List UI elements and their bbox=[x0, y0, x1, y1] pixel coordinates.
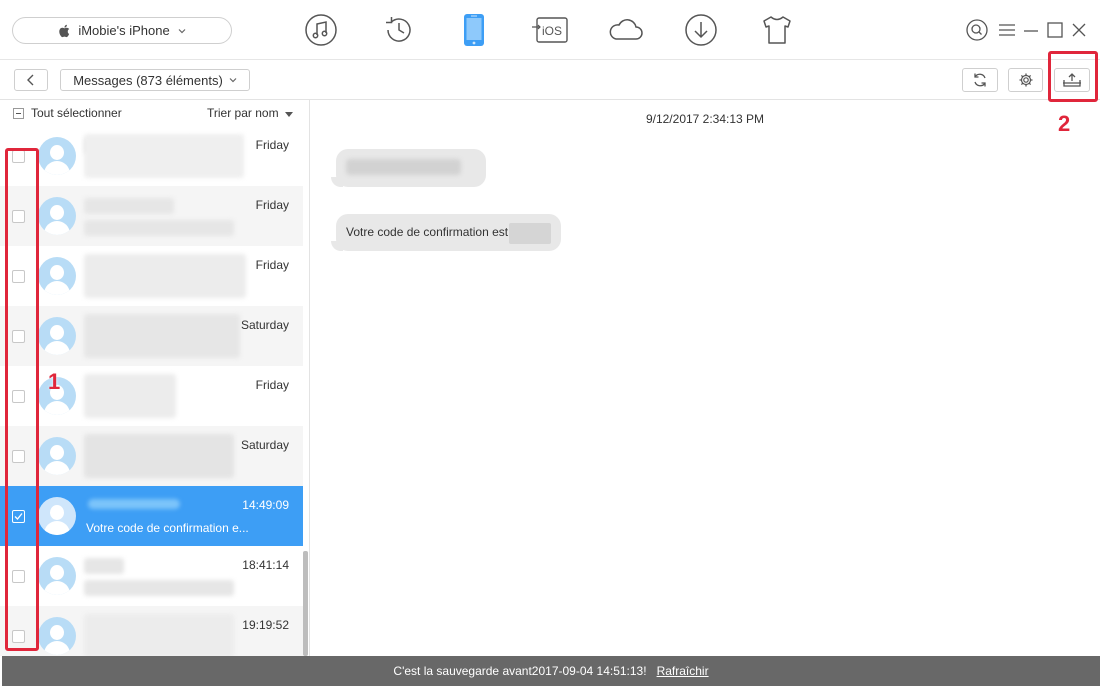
blurred-contact-name bbox=[84, 558, 124, 574]
avatar bbox=[38, 617, 76, 655]
blurred-contact-name bbox=[84, 198, 174, 214]
row-time: Saturday bbox=[240, 438, 289, 452]
backup-status-text: C'est la sauvegarde avant2017-09-04 14:5… bbox=[393, 664, 647, 678]
blurred-message-text bbox=[346, 159, 461, 175]
row-time: Friday bbox=[255, 138, 289, 152]
row-preview: Votre code de confirmation e... bbox=[86, 521, 249, 535]
list-item[interactable]: Saturday bbox=[0, 306, 303, 366]
menu-icon[interactable] bbox=[996, 19, 1018, 41]
device-selector[interactable]: iMobie's iPhone bbox=[12, 17, 232, 44]
redacted-code bbox=[509, 223, 551, 244]
list-item[interactable]: Friday bbox=[0, 126, 303, 186]
list-header: Tout sélectionner Trier par nom bbox=[0, 100, 309, 126]
annotation-highlight-checkboxes bbox=[5, 148, 39, 651]
app-window: iMobie's iPhone iOS Messages (873 élémen… bbox=[0, 0, 1100, 686]
download-icon[interactable] bbox=[683, 12, 719, 48]
gear-icon bbox=[1019, 73, 1032, 87]
avatar bbox=[38, 557, 76, 595]
music-icon[interactable] bbox=[303, 12, 339, 48]
avatar bbox=[38, 317, 76, 355]
conversation-list: Friday Friday Friday Saturday Friday Sat… bbox=[0, 126, 303, 656]
blurred-preview bbox=[84, 314, 240, 358]
top-bar: iMobie's iPhone iOS bbox=[0, 0, 1100, 60]
sub-toolbar: Messages (873 éléments) bbox=[0, 60, 1100, 100]
blurred-preview bbox=[84, 374, 176, 418]
blurred-preview bbox=[84, 434, 234, 478]
settings-button[interactable] bbox=[1008, 68, 1043, 92]
maximize-icon[interactable] bbox=[1044, 19, 1066, 41]
row-time: Friday bbox=[255, 258, 289, 272]
avatar bbox=[38, 497, 76, 535]
category-label: Messages (873 éléments) bbox=[73, 72, 223, 88]
blurred-preview bbox=[84, 134, 244, 178]
close-icon[interactable] bbox=[1068, 19, 1090, 41]
message-bubble: Votre code de confirmation est bbox=[331, 214, 561, 251]
chevron-left-icon bbox=[27, 74, 34, 86]
avatar bbox=[38, 197, 76, 235]
blurred-preview bbox=[84, 254, 246, 298]
blurred-preview bbox=[84, 220, 234, 236]
chevron-down-icon bbox=[178, 28, 186, 33]
minimize-icon[interactable] bbox=[1020, 19, 1042, 41]
blurred-contact-name bbox=[88, 499, 180, 509]
history-icon[interactable] bbox=[381, 12, 417, 48]
row-time: 19:19:52 bbox=[242, 618, 289, 632]
device-name: iMobie's iPhone bbox=[78, 23, 170, 38]
sort-selector[interactable]: Trier par nom bbox=[207, 106, 279, 120]
list-item[interactable]: Friday bbox=[0, 186, 303, 246]
message-list-pane: Tout sélectionner Trier par nom Friday F… bbox=[0, 100, 310, 656]
avatar bbox=[38, 257, 76, 295]
list-item[interactable]: 18:41:14 bbox=[0, 546, 303, 606]
message-timestamp: 9/12/2017 2:34:13 PM bbox=[645, 112, 765, 126]
search-icon[interactable] bbox=[966, 19, 988, 41]
cloud-icon[interactable] bbox=[606, 12, 646, 48]
ios-transfer-icon[interactable]: iOS bbox=[531, 12, 571, 48]
refresh-button[interactable] bbox=[962, 68, 998, 92]
row-time: 14:49:09 bbox=[242, 498, 289, 512]
annotation-label-1: 1 bbox=[48, 369, 61, 394]
refresh-icon bbox=[974, 73, 986, 87]
caret-down-icon[interactable] bbox=[285, 112, 293, 117]
message-bubble bbox=[331, 149, 486, 187]
tshirt-icon[interactable] bbox=[759, 12, 795, 48]
refresh-link[interactable]: Rafraîchir bbox=[657, 664, 709, 678]
list-item[interactable]: Friday bbox=[0, 366, 303, 426]
avatar bbox=[38, 437, 76, 475]
category-selector[interactable]: Messages (873 éléments) bbox=[60, 69, 250, 91]
list-scrollbar[interactable] bbox=[303, 551, 308, 656]
apple-icon bbox=[59, 24, 70, 37]
blurred-preview bbox=[84, 614, 234, 656]
message-text: Votre code de confirmation est bbox=[346, 225, 509, 239]
list-item[interactable]: 19:19:52 bbox=[0, 606, 303, 656]
list-item[interactable]: Saturday bbox=[0, 426, 303, 486]
phone-icon[interactable] bbox=[456, 12, 492, 48]
chevron-down-icon bbox=[229, 78, 237, 83]
select-all-label[interactable]: Tout sélectionner bbox=[31, 106, 122, 120]
select-all-checkbox[interactable] bbox=[13, 108, 24, 119]
list-item-selected[interactable]: 14:49:09 Votre code de confirmation e... bbox=[0, 486, 303, 546]
annotation-highlight-export-button bbox=[1048, 51, 1098, 102]
back-button[interactable] bbox=[14, 69, 48, 91]
row-time: Friday bbox=[255, 378, 289, 392]
list-item[interactable]: Friday bbox=[0, 246, 303, 306]
row-time: Saturday bbox=[240, 318, 289, 332]
avatar bbox=[38, 137, 76, 175]
conversation-pane: 9/12/2017 2:34:13 PM Votre code de confi… bbox=[310, 100, 1100, 656]
row-time: 18:41:14 bbox=[242, 558, 289, 572]
blurred-preview bbox=[84, 580, 234, 596]
status-bar: C'est la sauvegarde avant2017-09-04 14:5… bbox=[2, 656, 1100, 686]
svg-text:iOS: iOS bbox=[542, 24, 562, 38]
row-time: Friday bbox=[255, 198, 289, 212]
